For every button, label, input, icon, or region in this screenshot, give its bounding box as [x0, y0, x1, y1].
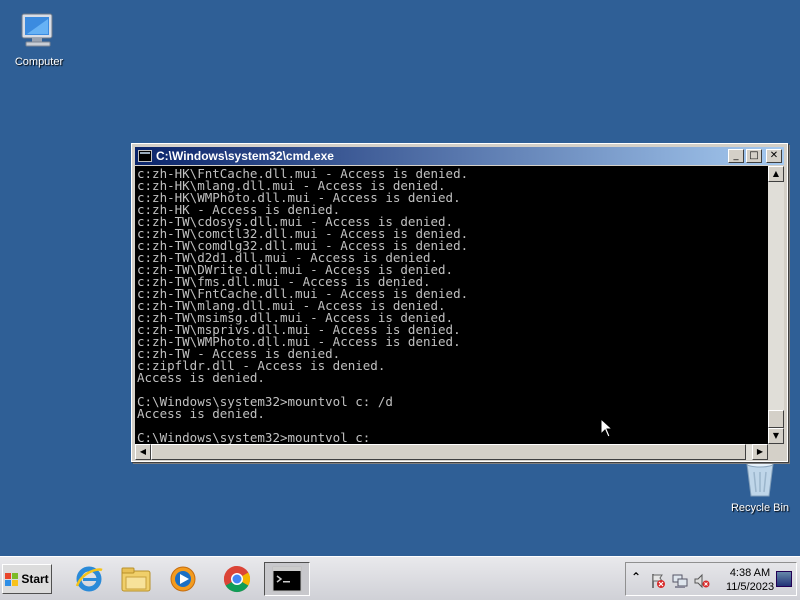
cmd-icon [272, 566, 302, 592]
cmd-window-title: C:\Windows\system32\cmd.exe [156, 149, 334, 163]
windows-logo-icon [5, 572, 19, 586]
clock-time: 4:38 AM [729, 567, 771, 579]
scrollbar-corner [768, 444, 784, 460]
clock[interactable]: 4:38 AM 11/5/2023 [722, 566, 778, 594]
start-label: Start [21, 572, 49, 586]
computer-label: Computer [14, 56, 64, 68]
taskbar-cmd[interactable] [264, 562, 310, 596]
volume-muted-icon[interactable] [694, 573, 710, 589]
cmd-window[interactable]: C:\Windows\system32\cmd.exe _ □ ✕ c:zh-H… [131, 143, 788, 462]
taskbar-internet-explorer[interactable] [70, 562, 108, 596]
console-line: Access is denied. [137, 406, 265, 421]
taskbar-chrome[interactable] [218, 562, 256, 596]
action-center-icon[interactable] [650, 573, 666, 589]
taskbar: Start ⌃ 4:38 AM 11/5/2023 [0, 556, 800, 600]
vertical-scrollbar[interactable]: ▲ ▼ [768, 166, 784, 444]
computer-desktop-icon[interactable]: Computer [1, 10, 77, 68]
chrome-icon [223, 565, 251, 593]
console-output[interactable]: c:zh-HK\FntCache.dll.mui - Access is den… [135, 166, 768, 444]
chevron-up-icon[interactable]: ⌃ [631, 570, 641, 584]
start-button[interactable]: Start [2, 564, 52, 594]
mouse-cursor-icon [600, 418, 614, 438]
recycle-bin-icon [746, 460, 774, 497]
cmd-app-icon [138, 150, 152, 162]
horizontal-scrollbar[interactable]: ◀ ▶ [135, 444, 768, 460]
show-desktop-button[interactable] [776, 571, 792, 587]
scroll-up-button[interactable]: ▲ [768, 166, 784, 182]
recycle-bin-label: Recycle Bin [730, 502, 790, 514]
system-tray: ⌃ 4:38 AM 11/5/2023 [625, 562, 797, 596]
recycle-bin-desktop-icon[interactable]: Recycle Bin [722, 458, 798, 514]
maximize-button[interactable]: □ [746, 149, 762, 163]
close-button[interactable]: ✕ [766, 149, 782, 163]
scroll-right-button[interactable]: ▶ [752, 444, 768, 460]
horizontal-scroll-thumb[interactable] [151, 444, 746, 460]
file-explorer-icon [121, 567, 151, 592]
cmd-titlebar[interactable]: C:\Windows\system32\cmd.exe _ □ ✕ [135, 147, 784, 165]
console-line: C:\Windows\system32>mountvol c: [137, 430, 371, 444]
media-player-icon [170, 566, 196, 592]
network-icon[interactable] [672, 573, 688, 589]
console-line: Access is denied. [137, 370, 265, 385]
scroll-down-button[interactable]: ▼ [768, 428, 784, 444]
taskbar-media-player[interactable] [164, 562, 202, 596]
taskbar-file-explorer[interactable] [117, 562, 155, 596]
clock-date: 11/5/2023 [725, 581, 775, 593]
computer-icon [21, 13, 53, 47]
vertical-scroll-thumb[interactable] [768, 410, 784, 428]
minimize-button[interactable]: _ [728, 149, 744, 163]
internet-explorer-icon [75, 566, 103, 592]
console-text: c:zh-HK\FntCache.dll.mui - Access is den… [135, 166, 768, 444]
scroll-left-button[interactable]: ◀ [135, 444, 151, 460]
